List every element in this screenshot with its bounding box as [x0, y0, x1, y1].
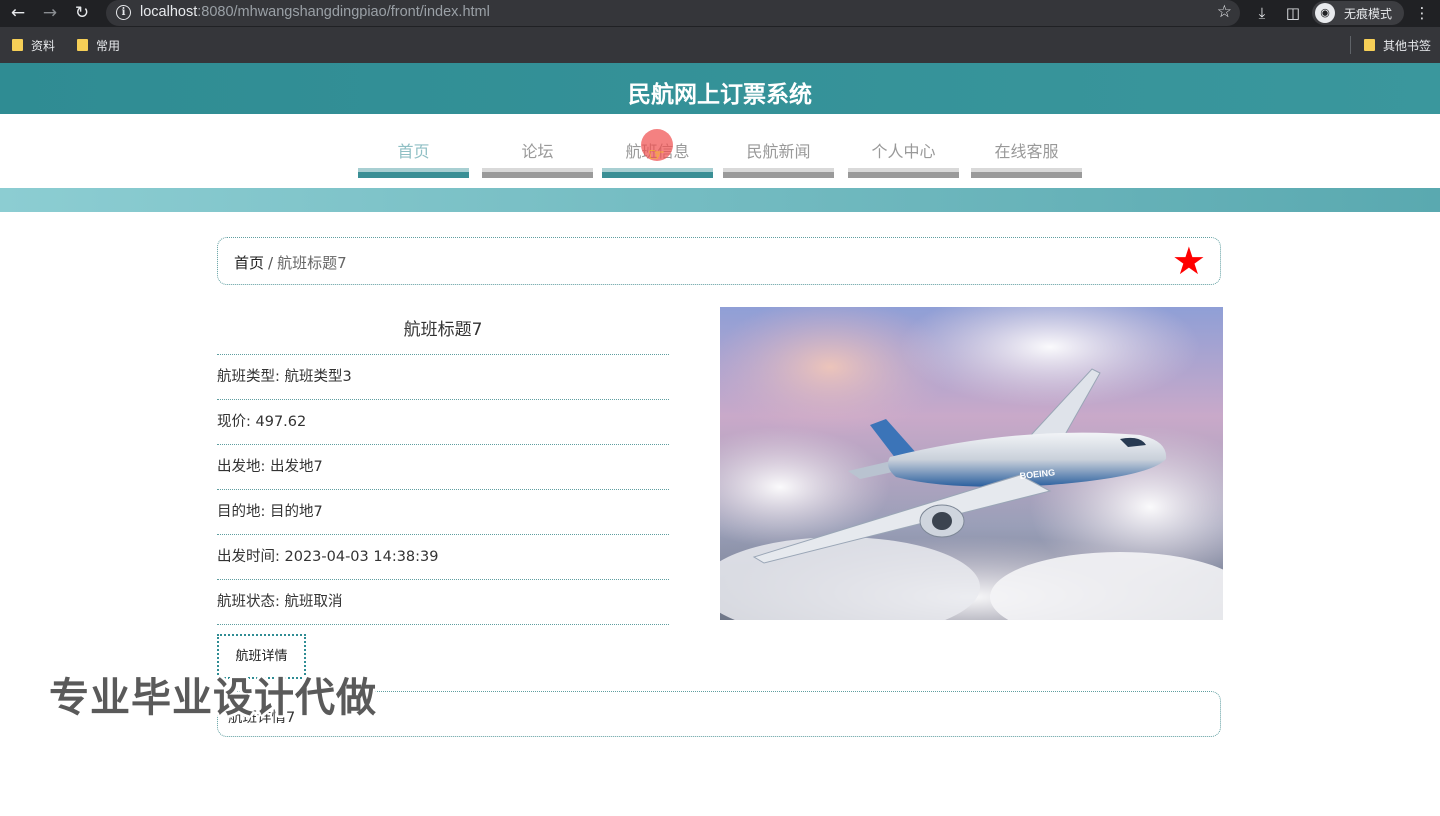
incognito-label: 无痕模式 [1344, 7, 1393, 21]
folder-icon [12, 39, 23, 51]
bookmark-folder-changyong[interactable]: 常用 [77, 37, 120, 53]
nav-label: 民航新闻 [746, 142, 811, 161]
nav-item-online-service[interactable]: 在线客服 [971, 114, 1082, 178]
breadcrumb-path: 首页 / 航班标题7 [234, 252, 347, 273]
bookmark-label: 其他书签 [1383, 38, 1432, 53]
bookmarks-bar: 资料 常用 其他书签 [0, 27, 1440, 63]
url-text[interactable]: localhost:8080/mhwangshangdingpiao/front… [140, 4, 490, 20]
site-title: 民航网上订票系统 [628, 82, 812, 108]
browser-toolbar: ← → ↻ i localhost:8080/mhwangshangdingpi… [0, 0, 1440, 27]
nav-item-news[interactable]: 民航新闻 [723, 114, 834, 178]
bookmarks-divider [1350, 36, 1351, 54]
bookmark-label: 资料 [31, 38, 56, 53]
bookmark-label: 常用 [96, 38, 121, 53]
nav-underline [848, 168, 959, 178]
flight-status-row: 航班状态: 航班取消 [217, 580, 669, 625]
flight-time-row: 出发时间: 2023-04-03 14:38:39 [217, 535, 669, 580]
info-icon[interactable]: i [116, 5, 131, 20]
folder-icon [1364, 39, 1375, 51]
download-icon[interactable]: ⤓ [1252, 3, 1272, 23]
bookmark-star-icon[interactable]: ☆ [1217, 2, 1232, 22]
reload-icon[interactable]: ↻ [71, 3, 93, 23]
nav-underline [602, 168, 713, 178]
pointer-hand-icon: ☞ [648, 144, 666, 166]
incognito-icon: ◉ [1315, 3, 1335, 23]
nav-underline [358, 168, 469, 178]
folder-icon [77, 39, 88, 51]
incognito-badge[interactable]: ◉ 无痕模式 [1312, 1, 1404, 25]
forward-arrow-icon[interactable]: → [39, 3, 61, 23]
flight-type-row: 航班类型: 航班类型3 [217, 355, 669, 400]
flight-price-row: 现价: 497.62 [217, 400, 669, 445]
breadcrumb-separator: / [268, 254, 274, 272]
flight-image: BOEING [720, 307, 1223, 620]
favorite-star-icon[interactable]: ★ [1172, 241, 1206, 281]
nav-item-home[interactable]: 首页 [358, 114, 469, 178]
breadcrumb-home-link[interactable]: 首页 [234, 254, 264, 272]
watermark-text: 专业毕业设计代做 [49, 675, 377, 721]
nav-item-user-center[interactable]: 个人中心 [848, 114, 959, 178]
nav-underline [482, 168, 593, 178]
menu-dots-icon[interactable]: ⋮ [1412, 3, 1432, 23]
flight-detail-list: 航班标题7 航班类型: 航班类型3 现价: 497.62 出发地: 出发地7 目… [217, 307, 669, 625]
header-gradient-band [0, 188, 1440, 212]
url-path: :8080/mhwangshangdingpiao/front/index.ht… [197, 4, 490, 20]
nav-item-forum[interactable]: 论坛 [482, 114, 593, 178]
nav-label: 首页 [397, 142, 430, 161]
bookmark-folder-ziliao[interactable]: 资料 [12, 37, 55, 53]
nav-underline [971, 168, 1082, 178]
breadcrumb: 首页 / 航班标题7 ★ [217, 237, 1221, 285]
flight-destination-row: 目的地: 目的地7 [217, 490, 669, 535]
main-nav: 首页 论坛 航班信息 民航新闻 个人中心 在线客服 [0, 114, 1440, 188]
address-bar[interactable]: i localhost:8080/mhwangshangdingpiao/fro… [106, 0, 1240, 26]
site-header: 民航网上订票系统 [0, 63, 1440, 114]
nav-label: 在线客服 [994, 142, 1059, 161]
sidebar-icon[interactable]: ◫ [1283, 3, 1303, 23]
nav-label: 个人中心 [871, 142, 936, 161]
nav-underline [723, 168, 834, 178]
nav-label: 论坛 [521, 142, 554, 161]
bookmark-folder-other[interactable]: 其他书签 [1364, 37, 1431, 53]
url-host: localhost [140, 4, 198, 20]
back-arrow-icon[interactable]: ← [7, 3, 29, 23]
flight-departure-row: 出发地: 出发地7 [217, 445, 669, 490]
flight-title: 航班标题7 [217, 307, 669, 355]
breadcrumb-current: 航班标题7 [277, 254, 347, 272]
